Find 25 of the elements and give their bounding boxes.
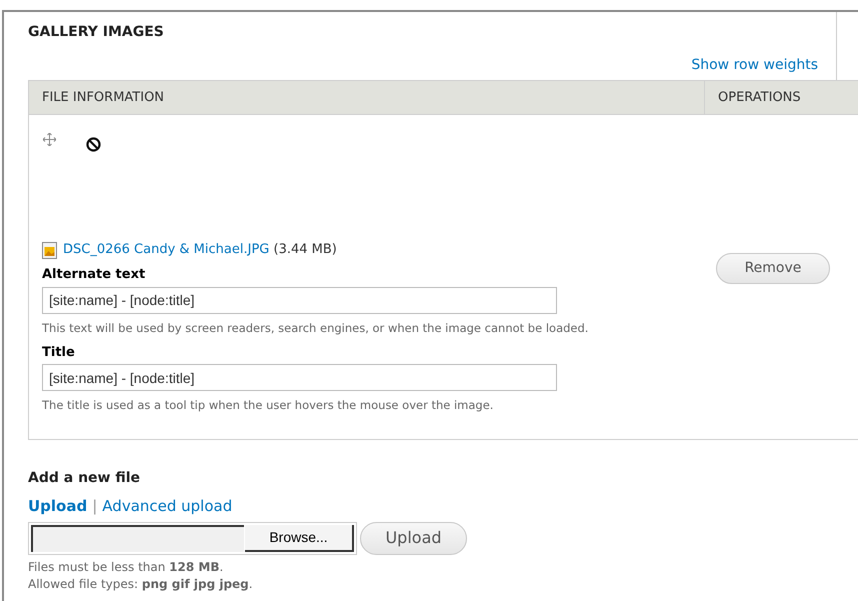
field-label: Title [42, 344, 76, 362]
prohibited-icon [86, 137, 101, 152]
help-text: This text will be used by screen readers, search engines, or when the image cannot be loaded. [42, 320, 590, 336]
field-label: Alternate text [42, 266, 146, 284]
upload-button[interactable]: Upload [360, 522, 467, 554]
browse-button[interactable]: Browse... [245, 524, 354, 552]
file-size: (3.44 MB) [274, 242, 337, 256]
text-field[interactable]: [site:name] - [node:title] [42, 364, 557, 392]
help-text: The title is used as a tool tip when the user hovers the mouse over the image. [42, 397, 494, 414]
image-file-icon [42, 242, 57, 259]
help-text: Allowed file types: png gif jpg jpeg. [28, 576, 254, 592]
section-heading: Add a new file [28, 469, 142, 488]
help-text: Files must be less than 128 MB. [28, 558, 224, 576]
show-row-weights-link[interactable]: Show row weights [691, 55, 818, 76]
remove-button[interactable]: Remove [716, 253, 830, 284]
column-header: FILE INFORMATION [42, 88, 164, 107]
text-field[interactable]: [site:name] - [node:title] [42, 286, 557, 314]
drag-handle-icon[interactable] [43, 133, 56, 146]
upload-tab[interactable]: Advanced upload [102, 495, 232, 518]
section-title: GALLERY IMAGES [28, 23, 165, 42]
separator: | [92, 496, 98, 517]
file-input[interactable]: Browse... [28, 522, 357, 554]
file-link[interactable]: DSC_0266 Candy & Michael.JPG [63, 242, 270, 256]
column-header: OPERATIONS [718, 88, 801, 107]
upload-tab[interactable]: Upload [28, 495, 88, 518]
